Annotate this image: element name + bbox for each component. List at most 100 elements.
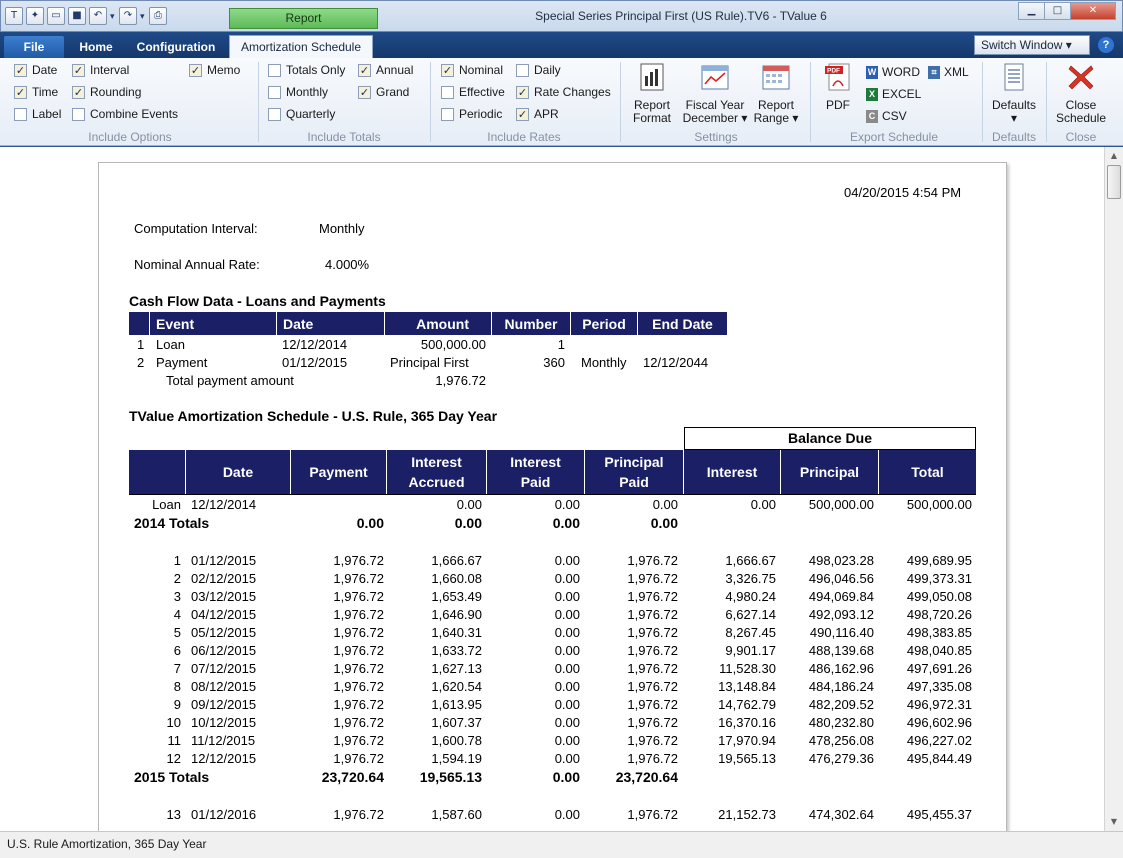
schedule-header-date: Date [185, 450, 290, 494]
checkbox-checked-icon: ✓ [516, 85, 529, 99]
schedule-header: Date Payment Interest Accrued Interest P… [129, 450, 976, 494]
help-icon[interactable]: ? [1098, 37, 1114, 53]
monthly-checkbox[interactable]: Monthly [268, 85, 328, 99]
undo-dropdown-icon[interactable]: ▾ [110, 11, 116, 22]
row-balance-total: 498,383.85 [906, 625, 972, 640]
row-date: 01/12/2016 [191, 807, 257, 822]
scroll-down-icon[interactable]: ▼ [1107, 815, 1121, 829]
redo-dropdown-icon[interactable]: ▾ [140, 11, 146, 22]
interval-checkbox[interactable]: ✓ Interval [72, 63, 129, 77]
effective-checkbox[interactable]: Effective [441, 85, 505, 99]
row-payment: 1,976.72 [333, 751, 384, 766]
checkbox-checked-icon: ✓ [189, 63, 202, 77]
report-viewer[interactable]: 04/20/2015 4:54 PM Computation Interval:… [0, 147, 1106, 831]
scroll-thumb[interactable] [1107, 165, 1121, 199]
row-balance-total: 498,720.26 [906, 607, 972, 622]
defaults-dropdown-icon: ▾ [1010, 111, 1018, 125]
maximize-icon[interactable]: □ [1044, 2, 1071, 20]
row-balance-principal: 494,069.84 [808, 589, 874, 604]
rounding-checkbox[interactable]: ✓ Rounding [72, 85, 141, 99]
cashflow-cell: 2 [137, 355, 145, 370]
export-pdf-button[interactable]: PDF PDF [818, 62, 858, 112]
switch-window-button[interactable]: Switch Window ▾ [974, 35, 1090, 55]
open-icon[interactable]: ▭ [47, 7, 65, 25]
row-interest-accrued: 1,587.60 [431, 807, 482, 822]
apr-checkbox[interactable]: ✓ APR [516, 107, 559, 121]
schedule-header-divider [129, 494, 976, 495]
cashflow-title: Cash Flow Data - Loans and Payments [129, 293, 386, 309]
combine-events-checkbox[interactable]: Combine Events [72, 107, 178, 121]
row-number: 3 [173, 589, 181, 604]
minimize-icon[interactable]: ▁ [1018, 2, 1045, 20]
report-timestamp: 04/20/2015 4:54 PM [844, 185, 962, 200]
time-checkbox[interactable]: ✓ Time [14, 85, 58, 99]
vertical-scrollbar[interactable]: ▲ ▼ [1104, 147, 1123, 831]
print-icon[interactable]: ⎙ [149, 7, 167, 25]
row-payment: 1,976.72 [333, 807, 384, 822]
row-balance-interest: 11,528.30 [719, 661, 776, 676]
defaults-button[interactable]: Defaults ▾ [988, 62, 1040, 125]
row-date: 04/12/2015 [191, 607, 257, 622]
row-balance-interest: 16,370.16 [718, 715, 776, 730]
nominal-checkbox[interactable]: ✓ Nominal [441, 63, 503, 77]
redo-icon[interactable]: ↷ [119, 7, 137, 25]
export-word-button[interactable]: W WORD [866, 65, 920, 79]
row-interest-paid: 0.00 [554, 661, 580, 676]
apr-label: APR [534, 107, 559, 121]
row-label: Loan [152, 497, 181, 512]
row-number: 2 [173, 571, 181, 586]
cashflow-header-amount: Amount [384, 312, 491, 335]
annual-checkbox[interactable]: ✓ Annual [358, 63, 413, 77]
fiscal-year-button[interactable]: Fiscal Year December ▾ [680, 62, 750, 125]
tab-home[interactable]: Home [74, 36, 118, 58]
row-payment: 1,976.72 [333, 589, 384, 604]
periodic-checkbox[interactable]: Periodic [441, 107, 502, 121]
row-interest-paid: 0.00 [554, 625, 580, 640]
group-separator [1046, 62, 1047, 142]
memo-checkbox[interactable]: ✓ Memo [189, 63, 240, 77]
totals-only-checkbox[interactable]: Totals Only [268, 63, 345, 77]
checkbox-unchecked-icon [14, 107, 27, 121]
close-schedule-button[interactable]: Close Schedule [1052, 62, 1110, 125]
row-interest-paid: 0.00 [554, 751, 580, 766]
row-date: 02/12/2015 [191, 571, 257, 586]
ribbon: ✓ Date ✓ Time Label ✓ Interval ✓ Rounding Co… [0, 58, 1123, 146]
row-interest-accrued: 1,613.95 [431, 697, 482, 712]
grand-checkbox[interactable]: ✓ Grand [358, 85, 409, 99]
row-interest-accrued: 1,620.54 [431, 679, 482, 694]
row-interest-paid: 0.00 [554, 589, 580, 604]
new-icon[interactable]: ✦ [26, 7, 44, 25]
report-format-label-2: Format [632, 111, 671, 125]
row-interest-accrued: 1,627.13 [431, 661, 482, 676]
xml-icon: ⌗ [928, 65, 940, 79]
checkbox-unchecked-icon [72, 107, 85, 121]
export-excel-button[interactable]: X EXCEL [866, 87, 921, 101]
rate-changes-checkbox[interactable]: ✓ Rate Changes [516, 85, 611, 99]
checkbox-unchecked-icon [441, 107, 454, 121]
undo-icon[interactable]: ↶ [89, 7, 107, 25]
export-csv-button[interactable]: C CSV [866, 109, 907, 123]
report-range-button[interactable]: Report Range ▾ [752, 62, 800, 125]
tab-configuration[interactable]: Configuration [132, 36, 220, 58]
tab-file[interactable]: File [4, 36, 64, 58]
close-schedule-label-2: Schedule [1055, 111, 1107, 125]
cashflow-cell: 1 [557, 337, 565, 352]
row-balance-principal: 500,000.00 [808, 497, 874, 512]
save-icon[interactable]: ■ [68, 7, 86, 25]
excel-label: EXCEL [882, 87, 922, 101]
close-window-icon[interactable]: ✕ [1070, 2, 1116, 20]
app-icon[interactable]: T [5, 7, 23, 25]
date-checkbox[interactable]: ✓ Date [14, 63, 57, 77]
row-principal-paid: 1,976.72 [627, 589, 678, 604]
scroll-up-icon[interactable]: ▲ [1107, 149, 1121, 163]
export-xml-button[interactable]: ⌗ XML [928, 65, 969, 79]
label-label: Label [32, 107, 62, 121]
row-interest-paid: 0.00 [554, 553, 580, 568]
quarterly-checkbox[interactable]: Quarterly [268, 107, 335, 121]
totals-interest-accrued: 19,565.13 [419, 769, 482, 785]
label-checkbox[interactable]: Label [14, 107, 61, 121]
daily-checkbox[interactable]: Daily [516, 63, 561, 77]
effective-label: Effective [459, 85, 505, 99]
report-format-button[interactable]: Report Format [628, 62, 676, 125]
tab-amortization-schedule[interactable]: Amortization Schedule [229, 35, 373, 59]
